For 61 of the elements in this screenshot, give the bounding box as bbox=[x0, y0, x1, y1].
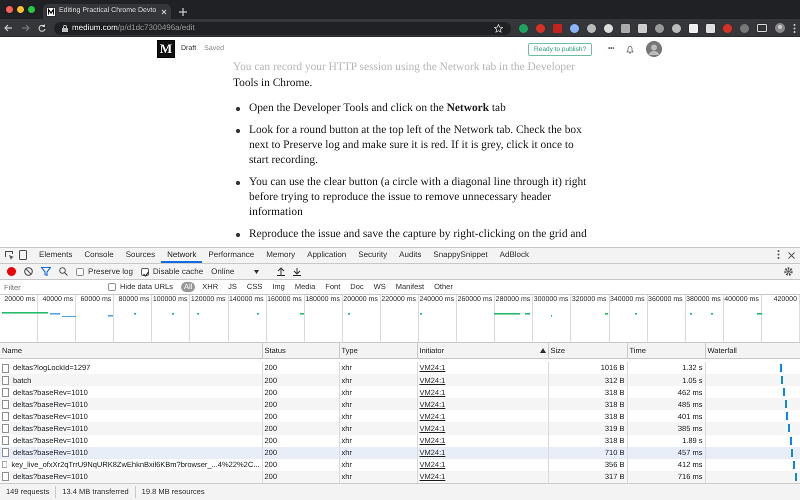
devtools-tab[interactable]: Memory bbox=[260, 247, 302, 263]
inspect-icon[interactable] bbox=[5, 251, 14, 260]
record-icon[interactable] bbox=[7, 267, 16, 276]
waterfall-bar bbox=[793, 460, 796, 469]
waterfall-bar bbox=[794, 472, 797, 481]
waterfall-bar bbox=[781, 376, 784, 384]
waterfall-bar bbox=[786, 412, 788, 420]
export-icon[interactable] bbox=[293, 267, 302, 276]
list-item-text: Reproduce the issue and save the capture by right-clicking on the grid and bbox=[249, 227, 587, 242]
checkbox[interactable] bbox=[108, 283, 116, 291]
new-tab-icon[interactable] bbox=[179, 8, 187, 16]
paragraph-text: You can record your HTTP session using the Network tab in the Developer bbox=[233, 60, 576, 75]
devtools-tab[interactable]: Sources bbox=[120, 247, 162, 263]
devtools-tab[interactable]: Security bbox=[352, 247, 394, 263]
waterfall-bar bbox=[784, 400, 787, 408]
checkbox[interactable] bbox=[76, 268, 84, 276]
bullet-icon bbox=[236, 129, 240, 133]
checkbox[interactable] bbox=[140, 268, 149, 276]
avatar-icon[interactable] bbox=[646, 41, 662, 57]
waterfall-bar bbox=[790, 436, 792, 445]
cast-icon[interactable] bbox=[757, 24, 767, 32]
devtools-tab[interactable]: Performance bbox=[202, 247, 260, 263]
checkbox-label[interactable]: Disable cache bbox=[152, 266, 204, 278]
bell-icon[interactable] bbox=[626, 44, 634, 54]
profile-avatar-icon[interactable] bbox=[775, 23, 785, 33]
bullet-icon bbox=[236, 233, 240, 237]
devtools-tab[interactable]: Elements bbox=[33, 247, 78, 263]
dropdown-arrow-icon bbox=[254, 270, 260, 274]
forward-icon[interactable] bbox=[21, 24, 30, 32]
list-item-text: You can use the clear button (a circle with a diagonal line through it) right before trying to reproduce the issue to remove unnecessary header information bbox=[249, 175, 588, 220]
address-field[interactable]: medium.com/p/d1dc7300496a/edit bbox=[54, 22, 511, 34]
url-text: medium.com/p/d1dc7300496a/edit bbox=[72, 22, 195, 34]
back-icon[interactable] bbox=[4, 24, 13, 32]
device-toolbar-icon[interactable] bbox=[19, 250, 27, 260]
search-icon[interactable] bbox=[59, 267, 68, 276]
paragraph-text: Tools in Chrome. bbox=[233, 76, 314, 91]
devtools-tab[interactable]: Audits bbox=[393, 247, 428, 263]
throttling-dropdown[interactable]: Online bbox=[211, 266, 260, 278]
devtools-tab[interactable]: Application bbox=[301, 247, 352, 263]
settings-icon[interactable] bbox=[784, 267, 793, 276]
menu-icon[interactable] bbox=[793, 24, 796, 32]
waterfall-bar bbox=[791, 448, 794, 457]
devtools-tab[interactable]: AdBlock bbox=[494, 247, 536, 263]
devtools-tab[interactable]: Console bbox=[78, 247, 120, 263]
checkbox-label[interactable]: Preserve log bbox=[88, 266, 133, 278]
devtools-tab[interactable]: SnappySnippet bbox=[427, 247, 494, 263]
import-icon[interactable] bbox=[277, 267, 286, 276]
filter-icon[interactable] bbox=[41, 267, 51, 276]
waterfall-bar bbox=[782, 388, 785, 396]
close-icon[interactable] bbox=[788, 252, 795, 259]
more-options-icon[interactable] bbox=[777, 250, 780, 259]
star-icon[interactable] bbox=[494, 24, 503, 32]
medium-logo[interactable]: M bbox=[157, 40, 175, 58]
list-item-text: Look for a round button at the top left of the Network tab. Check the box next to Preserve log and make sure it is red. If it is grey, click it once to start recording. bbox=[249, 123, 583, 168]
lock-icon bbox=[62, 24, 68, 32]
clear-icon[interactable] bbox=[24, 267, 33, 276]
reload-icon[interactable] bbox=[38, 24, 46, 32]
bullet-icon bbox=[236, 107, 240, 111]
list-item-text: Open the Developer Tools and click on the Network tab bbox=[249, 101, 506, 116]
medium-logo-icon bbox=[47, 8, 55, 16]
bullet-icon bbox=[236, 181, 240, 185]
